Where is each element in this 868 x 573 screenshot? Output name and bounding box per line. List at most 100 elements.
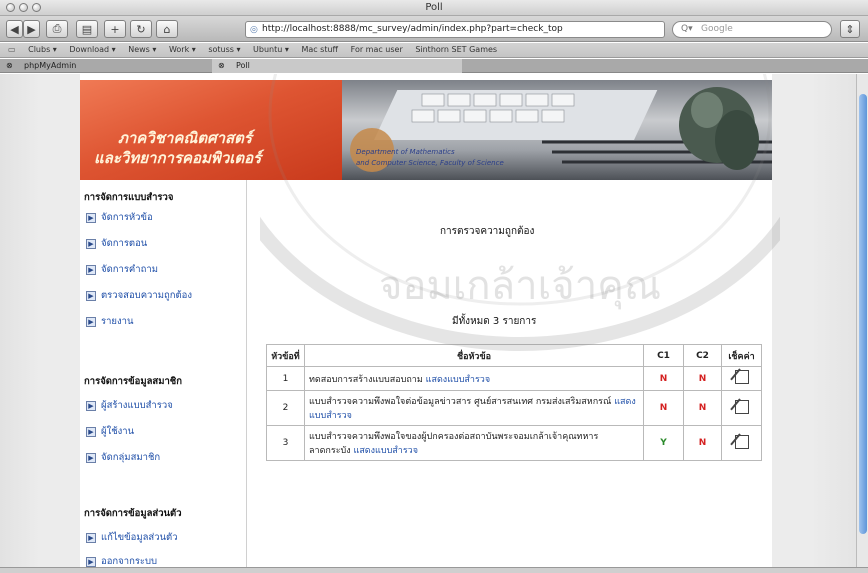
table-row: 2 แบบสำรวจความพึงพอใจต่อข้อมูลข่าวสาร ศู… [266,390,762,426]
col-header-name: ชื่อหัวข้อ [304,344,644,367]
cell-no: 3 [266,425,305,461]
sidebar-item-manage-sections[interactable]: ▶ จัดการตอน [86,236,147,251]
cell-name: แบบสำรวจความพึงพอใจต่อข้อมูลข่าวสาร ศูนย… [304,390,644,426]
tab-phpmyadmin[interactable]: ⊗ phpMyAdmin [0,59,210,73]
bookmark-item[interactable]: Clubs ▾ [28,45,57,54]
arrow-right-icon: ▶ [86,452,96,463]
cell-check [721,366,762,391]
show-bookmarks-button[interactable]: ▤ [76,20,98,38]
page-menu-button[interactable]: ⇕ [840,20,860,38]
cell-c1: Y [643,425,684,461]
bookmark-item[interactable]: Download ▾ [69,45,115,54]
view-survey-link[interactable]: แสดงแบบสำรวจ [426,375,490,385]
bookmark-item[interactable]: News ▾ [128,45,156,54]
forward-button[interactable]: ▶ [23,20,40,38]
sidebar-item-report[interactable]: ▶ รายงาน [86,314,133,329]
arrow-right-icon: ▶ [86,264,96,275]
banner-title-line2: และวิทยาการคอมพิวเตอร์ [94,149,262,167]
arrow-right-icon: ▶ [86,556,96,567]
validity-table: หัวข้อที่ ชื่อหัวข้อ C1 C2 เช็คค่า 1 ทดส… [266,344,762,461]
table-row: 1 ทดสอบการสร้างแบบสอบถาม แสดงแบบสำรวจ N … [266,366,762,391]
sidebar-item-check-validity[interactable]: ▶ ตรวจสอบความถูกต้อง [86,288,192,303]
sidebar-item-manage-topics[interactable]: ▶ จัดการหัวข้อ [86,210,153,225]
scrollbar-thumb[interactable] [859,94,867,534]
arrow-right-icon: ▶ [86,316,96,327]
cell-check [721,425,762,461]
page-container: ภาควิชาคณิตศาสตร์ และวิทยาการคอมพิวเตอร์ [80,74,780,567]
cell-c2: N [683,390,722,426]
cell-name: แบบสำรวจความพึงพอใจของผู้ปกครองต่อสถาบัน… [304,425,644,461]
cell-no: 2 [266,390,305,426]
back-button[interactable]: ◀ [6,20,23,38]
status-bar [0,567,868,573]
bookmark-item[interactable]: Ubuntu ▾ [253,45,289,54]
bookmark-item[interactable]: Sinthorn SET Games [415,45,497,54]
edit-check-icon[interactable] [734,370,749,384]
arrow-right-icon: ▶ [86,212,96,223]
page-viewport: ภาควิชาคณิตศาสตร์ และวิทยาการคอมพิวเตอร์ [0,74,856,567]
book-icon: ▤ [81,22,93,36]
bookmarks-bar: ▭ Clubs ▾ Download ▾ News ▾ Work ▾ sotus… [0,43,868,58]
sidebar-item-edit-profile[interactable]: ▶ แก้ไขข้อมูลส่วนตัว [86,530,178,545]
sidebar-item-survey-creators[interactable]: ▶ ผู้สร้างแบบสำรวจ [86,398,173,413]
add-bookmark-button[interactable]: + [104,20,126,38]
cell-no: 1 [266,366,305,391]
banner-caption-line1: Department of Mathematics [356,148,455,156]
arrow-right-icon: ▶ [86,426,96,437]
arrow-right-icon: ▶ [86,290,96,301]
arrow-right-icon: ▶ [86,238,96,249]
print-button[interactable]: ⎙ [46,20,68,38]
col-header-c2: C2 [683,344,722,367]
search-field[interactable]: Q▾ Google [672,21,832,38]
window-title: Poll [425,2,443,13]
vertical-scrollbar[interactable] [856,74,868,567]
sidebar-section-personal: การจัดการข้อมูลส่วนตัว [84,508,182,519]
tab-poll[interactable]: ⊗ Poll [212,59,462,73]
page-title: การตรวจความถูกต้อง [440,226,535,237]
address-field[interactable]: ◎ http://localhost:8888/mc_survey/admin/… [245,21,665,38]
window-titlebar: Poll [0,0,868,16]
col-header-c1: C1 [643,344,684,367]
close-icon[interactable]: ⊗ [6,61,13,70]
table-header-row: หัวข้อที่ ชื่อหัวข้อ C1 C2 เช็คค่า [266,344,762,367]
address-url: http://localhost:8888/mc_survey/admin/in… [262,24,563,34]
printer-icon: ⎙ [52,22,62,35]
sidebar-item-manage-questions[interactable]: ▶ จัดการคำถาม [86,262,158,277]
sidebar-item-member-groups[interactable]: ▶ จัดกลุ่มสมาชิก [86,450,160,465]
search-placeholder: Google [701,24,733,34]
sidebar-section-members: การจัดการข้อมูลสมาชิก [84,376,182,387]
edit-check-icon[interactable] [734,434,749,449]
banner-logo: ภาควิชาคณิตศาสตร์ และวิทยาการคอมพิวเตอร์ [80,80,342,180]
home-icon: ⌂ [163,22,171,36]
bookmark-item[interactable]: Mac stuff [301,45,338,54]
tab-label: Poll [236,61,250,70]
browser-toolbar: ◀ ▶ ⎙ ▤ + ↻ ⌂ ◎ http://localhost:8888/mc… [0,16,868,42]
reload-icon: ↻ [136,22,146,36]
sidebar-item-users[interactable]: ▶ ผู้ใช้งาน [86,424,134,439]
arrow-right-icon: ▶ [86,532,96,543]
view-survey-link[interactable]: แสดงแบบสำรวจ [354,446,418,456]
close-icon[interactable]: ⊗ [218,61,225,70]
sidebar-section-survey: การจัดการแบบสำรวจ [84,192,174,203]
bookmark-item[interactable]: Work ▾ [169,45,196,54]
search-icon: Q▾ [681,24,693,34]
reload-button[interactable]: ↻ [130,20,152,38]
record-count: มีทั้งหมด 3 รายการ [452,316,537,327]
chevron-down-icon: ⇕ [845,22,855,36]
tab-label: phpMyAdmin [24,61,77,70]
open-book-icon[interactable]: ▭ [8,45,16,54]
col-header-check: เช็คค่า [721,344,762,367]
bookmark-item[interactable]: For mac user [351,45,403,54]
bookmark-item[interactable]: sotuss ▾ [208,45,240,54]
watermark-text: จอมเกล้าเจ้าคุณ [379,263,661,310]
sidebar: การจัดการแบบสำรวจ ▶ จัดการหัวข้อ ▶ จัดการต… [80,180,247,567]
cell-c1: N [643,390,684,426]
cell-c2: N [683,425,722,461]
cell-name: ทดสอบการสร้างแบบสอบถาม แสดงแบบสำรวจ [304,366,644,391]
banner-caption-line2: and Computer Science, Faculty of Science [356,159,504,167]
cell-c2: N [683,366,722,391]
cell-check [721,390,762,426]
home-button[interactable]: ⌂ [156,20,178,38]
table-row: 3 แบบสำรวจความพึงพอใจของผู้ปกครองต่อสถาบ… [266,425,762,461]
edit-check-icon[interactable] [734,399,749,414]
